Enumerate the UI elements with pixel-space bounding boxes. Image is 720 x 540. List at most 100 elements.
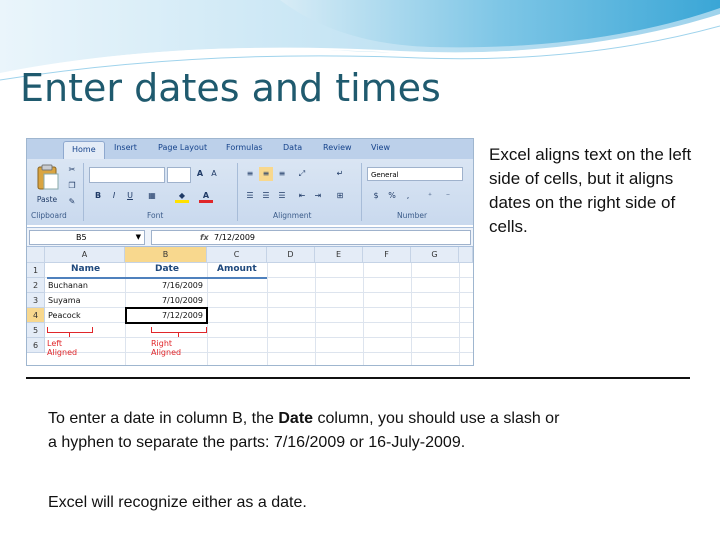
comma-button[interactable]: ,	[401, 189, 415, 203]
italic-button[interactable]: I	[107, 189, 121, 203]
fill-color-icon[interactable]: ◆	[175, 189, 189, 203]
ribbon-separator	[83, 163, 84, 221]
gridline	[45, 322, 473, 323]
side-explanation: Excel aligns text on the left side of ce…	[489, 145, 692, 236]
row-header-6[interactable]: 6	[27, 338, 45, 353]
gridline	[315, 263, 316, 365]
align-middle-icon[interactable]: ≡	[259, 167, 273, 181]
tab-formulas[interactable]: Formulas	[226, 143, 263, 152]
orientation-icon[interactable]: ⤢	[295, 167, 309, 181]
font-color-icon[interactable]: A	[199, 189, 213, 203]
name-cell[interactable]: Suyama	[48, 293, 80, 308]
merge-center-icon[interactable]: ⊞	[333, 189, 347, 203]
group-label-font: Font	[147, 211, 164, 220]
date-cell[interactable]: 7/16/2009	[125, 278, 203, 293]
header-cell-amount[interactable]: Amount	[217, 262, 257, 277]
align-left-icon[interactable]: ☰	[243, 189, 257, 203]
shrink-font-icon[interactable]: A	[207, 167, 221, 181]
align-right-icon[interactable]: ☰	[275, 189, 289, 203]
formula-bar: B5 ▼ fx 7/12/2009	[27, 227, 473, 247]
decrease-decimal-icon[interactable]: ⁻	[441, 189, 455, 203]
ribbon-separator	[361, 163, 362, 221]
cut-icon[interactable]: ✂	[65, 163, 79, 177]
copy-icon[interactable]: ❐	[65, 179, 79, 193]
bold-button[interactable]: B	[91, 189, 105, 203]
row-header-1[interactable]: 1	[27, 263, 45, 278]
percent-button[interactable]: %	[385, 189, 399, 203]
gridline	[45, 292, 473, 293]
increase-indent-icon[interactable]: ⇥	[311, 189, 325, 203]
row-header-2[interactable]: 2	[27, 278, 45, 293]
left-aligned-note: Left Aligned	[47, 339, 78, 357]
slide-title: Enter dates and times	[20, 66, 441, 110]
header-cell-name[interactable]: Name	[71, 262, 100, 277]
tab-view[interactable]: View	[371, 143, 390, 152]
excel-screenshot: Home Insert Page Layout Formulas Data Re…	[26, 138, 474, 366]
ribbon: Home Insert Page Layout Formulas Data Re…	[27, 139, 473, 225]
divider-line	[26, 377, 690, 379]
tab-data[interactable]: Data	[283, 143, 302, 152]
decrease-indent-icon[interactable]: ⇤	[295, 189, 309, 203]
name-box[interactable]: B5 ▼	[29, 230, 145, 245]
ribbon-separator	[237, 163, 238, 221]
name-box-value: B5	[76, 233, 87, 242]
font-name-dropdown[interactable]	[89, 167, 165, 183]
underline-button[interactable]: U	[123, 189, 137, 203]
align-top-icon[interactable]: ≡	[243, 167, 257, 181]
font-size-dropdown[interactable]	[167, 167, 191, 183]
name-cell[interactable]: Peacock	[48, 308, 81, 323]
tab-home[interactable]: Home	[63, 141, 105, 159]
body-text-part1: To enter a date in column B, the	[48, 410, 279, 427]
gridline	[45, 307, 473, 308]
currency-button[interactable]: $	[369, 189, 383, 203]
column-header-blank	[459, 247, 473, 263]
gridline	[459, 263, 460, 365]
column-header-e[interactable]: E	[315, 247, 363, 263]
gridline	[363, 263, 364, 365]
gridline	[45, 337, 473, 338]
paste-button[interactable]: Paste	[33, 163, 61, 204]
borders-icon[interactable]: ▦	[145, 189, 159, 203]
left-aligned-bracket	[47, 327, 93, 333]
grow-font-icon[interactable]: A	[193, 167, 207, 181]
column-header-b[interactable]: B	[125, 247, 207, 263]
tab-insert[interactable]: Insert	[114, 143, 137, 152]
active-cell-selection[interactable]	[125, 307, 208, 324]
increase-decimal-icon[interactable]: ⁺	[423, 189, 437, 203]
paste-label: Paste	[36, 195, 58, 204]
row-header-4[interactable]: 4	[27, 308, 45, 323]
bracket-tick	[69, 333, 70, 337]
wrap-text-icon[interactable]: ↵	[333, 167, 347, 181]
align-bottom-icon[interactable]: ≡	[275, 167, 289, 181]
column-header-g[interactable]: G	[411, 247, 459, 263]
group-label-clipboard: Clipboard	[31, 211, 67, 220]
bracket-tick	[178, 333, 179, 337]
tab-review[interactable]: Review	[323, 143, 352, 152]
date-cell[interactable]: 7/10/2009	[125, 293, 203, 308]
group-label-alignment: Alignment	[273, 211, 312, 220]
group-label-number: Number	[397, 211, 428, 220]
clipboard-icon	[37, 164, 59, 190]
column-header-f[interactable]: F	[363, 247, 411, 263]
column-header-c[interactable]: C	[207, 247, 267, 263]
formula-input[interactable]: fx 7/12/2009	[151, 230, 471, 245]
select-all-corner[interactable]	[27, 247, 45, 263]
format-painter-icon[interactable]: ✎	[65, 195, 79, 209]
ribbon-tabs: Home Insert Page Layout Formulas Data Re…	[27, 139, 473, 159]
chevron-down-icon: ▼	[135, 233, 141, 241]
gridline	[411, 263, 412, 365]
name-cell[interactable]: Buchanan	[48, 278, 88, 293]
row-header-5[interactable]: 5	[27, 323, 45, 338]
header-cell-date[interactable]: Date	[155, 262, 179, 277]
align-center-icon[interactable]: ☰	[259, 189, 273, 203]
tab-page-layout[interactable]: Page Layout	[158, 143, 207, 152]
body-bold-date: Date	[278, 410, 314, 427]
gridline	[45, 352, 473, 353]
body-paragraph-2: Excel will recognize either as a date.	[48, 494, 307, 511]
column-header-a[interactable]: A	[45, 247, 125, 263]
number-format-dropdown[interactable]: General	[367, 167, 463, 181]
body-paragraph: To enter a date in column B, the Date co…	[48, 407, 568, 455]
right-aligned-note: Right Aligned	[151, 339, 182, 357]
column-header-d[interactable]: D	[267, 247, 315, 263]
row-header-3[interactable]: 3	[27, 293, 45, 308]
